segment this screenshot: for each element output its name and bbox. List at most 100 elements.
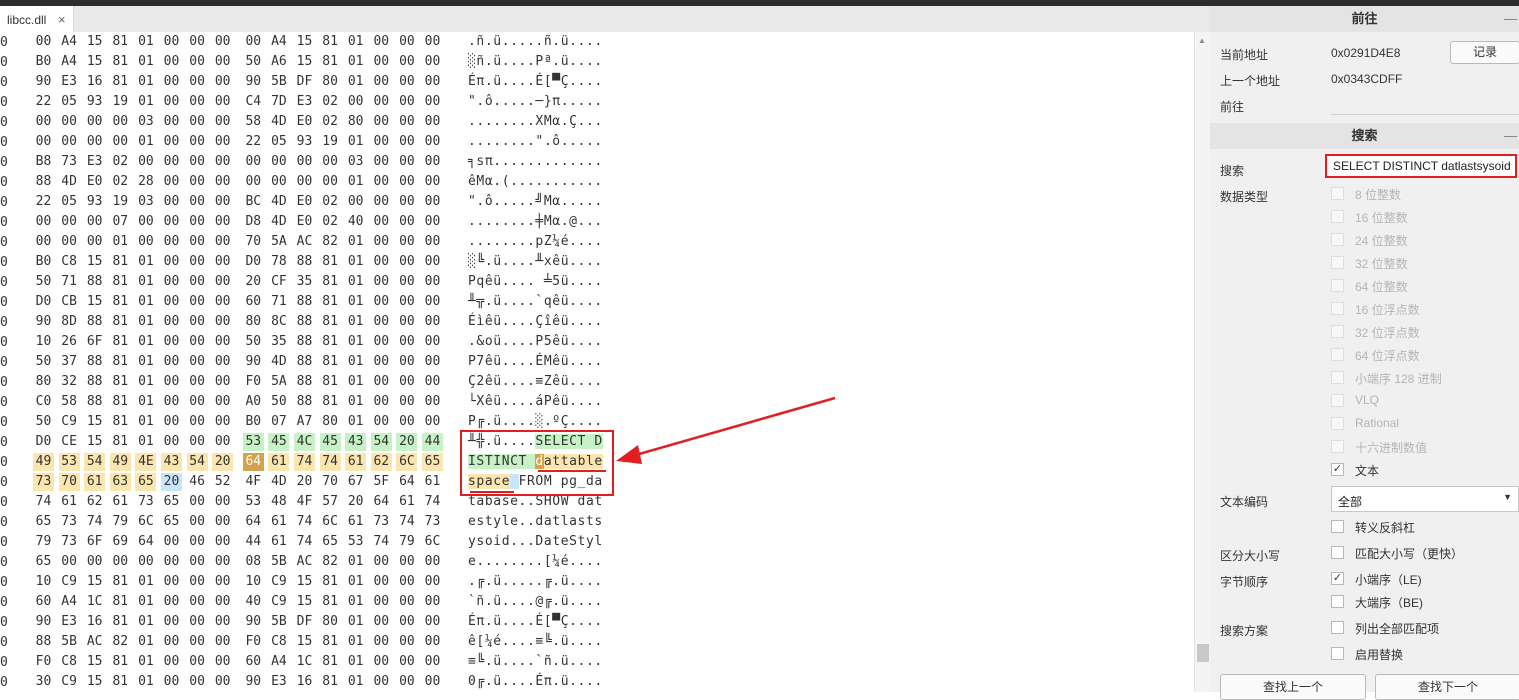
hex-byte[interactable]: 00	[161, 553, 182, 571]
hex-byte[interactable]: 00	[422, 373, 443, 391]
hex-byte[interactable]: 00	[84, 213, 105, 231]
hex-byte[interactable]: 4D	[268, 213, 289, 231]
hex-byte[interactable]: 82	[110, 633, 131, 651]
hex-byte[interactable]: 00	[84, 113, 105, 131]
hex-byte[interactable]: 01	[345, 253, 366, 271]
hex-byte[interactable]: 00	[161, 373, 182, 391]
hex-byte[interactable]: 02	[320, 93, 341, 111]
hex-byte[interactable]: 00	[422, 553, 443, 571]
hex-byte[interactable]: A4	[59, 33, 80, 51]
hex-byte[interactable]: 00	[212, 393, 233, 411]
hex-byte[interactable]: 00	[187, 413, 208, 431]
encoding-select[interactable]: 全部 ▼	[1331, 486, 1519, 512]
hex-byte[interactable]: 88	[33, 173, 54, 191]
hex-byte[interactable]: 20	[212, 453, 234, 471]
hex-byte[interactable]: 74	[84, 513, 105, 531]
match-case-checkbox[interactable]	[1331, 546, 1344, 559]
hex-byte[interactable]: BC	[243, 193, 264, 211]
hex-byte[interactable]: A4	[268, 33, 289, 51]
hex-byte[interactable]: 07	[110, 213, 131, 231]
hex-byte[interactable]: 4D	[59, 173, 80, 191]
hex-byte[interactable]: 00	[59, 233, 80, 251]
hex-byte[interactable]: D0	[33, 433, 54, 451]
hex-byte[interactable]: 00	[371, 253, 392, 271]
hex-byte[interactable]: 74	[294, 533, 315, 551]
hex-byte[interactable]: 00	[320, 173, 341, 191]
hex-byte[interactable]: 81	[110, 293, 131, 311]
hex-row[interactable]: 0 50 71 88 81 01 00 00 00 20 CF 35 81 01 00 00 00 Pqêü...…	[0, 272, 1194, 292]
hex-byte[interactable]: 22	[243, 133, 264, 151]
collapse-icon[interactable]: —	[1504, 6, 1517, 32]
hex-byte[interactable]: 43	[161, 453, 182, 471]
hex-byte[interactable]: 00	[212, 413, 233, 431]
hex-byte[interactable]: 81	[110, 573, 131, 591]
hex-byte[interactable]: 00	[187, 193, 208, 211]
hex-byte[interactable]: 00	[396, 413, 417, 431]
hex-byte[interactable]: 45	[268, 433, 290, 451]
hex-byte[interactable]: AC	[84, 633, 105, 651]
hex-byte[interactable]: 4D	[268, 353, 289, 371]
datatype-checkbox[interactable]: ✓	[1331, 463, 1344, 476]
hex-byte[interactable]: 10	[33, 573, 54, 591]
hex-byte[interactable]: 00	[212, 133, 233, 151]
hex-byte[interactable]: 15	[294, 633, 315, 651]
hex-byte[interactable]: 82	[320, 233, 341, 251]
hex-byte[interactable]: 00	[371, 673, 392, 691]
hex-byte[interactable]: 35	[294, 273, 315, 291]
hex-byte[interactable]: 00	[371, 573, 392, 591]
hex-byte[interactable]: 00	[187, 253, 208, 271]
hex-byte[interactable]: 19	[320, 133, 341, 151]
hex-byte[interactable]: 62	[84, 493, 105, 511]
hex-byte[interactable]: 00	[187, 293, 208, 311]
hex-byte[interactable]: 00	[345, 193, 366, 211]
hex-byte[interactable]: 02	[320, 213, 341, 231]
hex-byte[interactable]: 54	[370, 433, 392, 451]
hex-byte[interactable]: 81	[110, 613, 131, 631]
hex-byte[interactable]: 73	[59, 513, 80, 531]
hex-byte[interactable]: 00	[396, 153, 417, 171]
hex-row[interactable]: 0 B8 73 E3 02 00 00 00 00 00 00 00 00 03 00 00 00 ╕sπ....…	[0, 152, 1194, 172]
hex-byte[interactable]: 00	[422, 253, 443, 271]
hex-byte[interactable]: 00	[396, 553, 417, 571]
hex-byte[interactable]: 00	[187, 213, 208, 231]
hex-byte[interactable]: 79	[33, 533, 54, 551]
hex-byte[interactable]: 00	[161, 613, 182, 631]
hex-byte[interactable]: 00	[371, 373, 392, 391]
hex-byte[interactable]: E3	[59, 73, 80, 91]
hex-byte[interactable]: 00	[212, 233, 233, 251]
hex-byte[interactable]: A4	[59, 53, 80, 71]
hex-byte[interactable]: 49	[33, 453, 54, 471]
hex-byte[interactable]: 22	[33, 193, 54, 211]
hex-byte[interactable]: 00	[187, 153, 208, 171]
hex-byte[interactable]: 5B	[268, 73, 289, 91]
hex-byte[interactable]: 00	[371, 273, 392, 291]
hex-byte[interactable]: 79	[110, 513, 131, 531]
hex-byte[interactable]: 00	[161, 233, 182, 251]
hex-byte[interactable]: 50	[243, 333, 264, 351]
hex-byte[interactable]: 4F	[243, 473, 264, 491]
hex-byte[interactable]: 73	[33, 473, 54, 491]
hex-byte[interactable]: 00	[396, 73, 417, 91]
hex-byte[interactable]: 01	[135, 273, 156, 291]
hex-byte[interactable]: 10	[33, 333, 54, 351]
hex-byte[interactable]: 81	[110, 333, 131, 351]
hex-byte[interactable]: 20	[345, 493, 366, 511]
hex-row[interactable]: 0 90 8D 88 81 01 00 00 00 80 8C 88 81 01 00 00 00 Éìêü...…	[0, 312, 1194, 332]
hex-byte[interactable]: 00	[161, 253, 182, 271]
hex-byte[interactable]: 90	[243, 73, 264, 91]
hex-byte[interactable]: 00	[161, 573, 182, 591]
hex-byte[interactable]: 16	[84, 613, 105, 631]
hex-row[interactable]: 0 30 C9 15 81 01 00 00 00 90 E3 16 81 01 00 00 00 0╔.ü...…	[0, 672, 1194, 692]
hex-byte[interactable]: 00	[422, 313, 443, 331]
hex-byte[interactable]: 00	[396, 173, 417, 191]
hex-byte[interactable]: 81	[320, 273, 341, 291]
hex-byte[interactable]: 4D	[268, 473, 289, 491]
hex-byte[interactable]: 15	[84, 413, 105, 431]
hex-byte[interactable]: 00	[371, 593, 392, 611]
hex-byte[interactable]: 73	[422, 513, 443, 531]
hex-byte[interactable]: 00	[187, 393, 208, 411]
hex-row[interactable]: 0 50 37 88 81 01 00 00 00 90 4D 88 81 01 00 00 00 P7êü...…	[0, 352, 1194, 372]
hex-byte[interactable]: 00	[135, 233, 156, 251]
hex-byte[interactable]: 01	[135, 53, 156, 71]
little-endian-checkbox[interactable]: ✓	[1331, 572, 1344, 585]
